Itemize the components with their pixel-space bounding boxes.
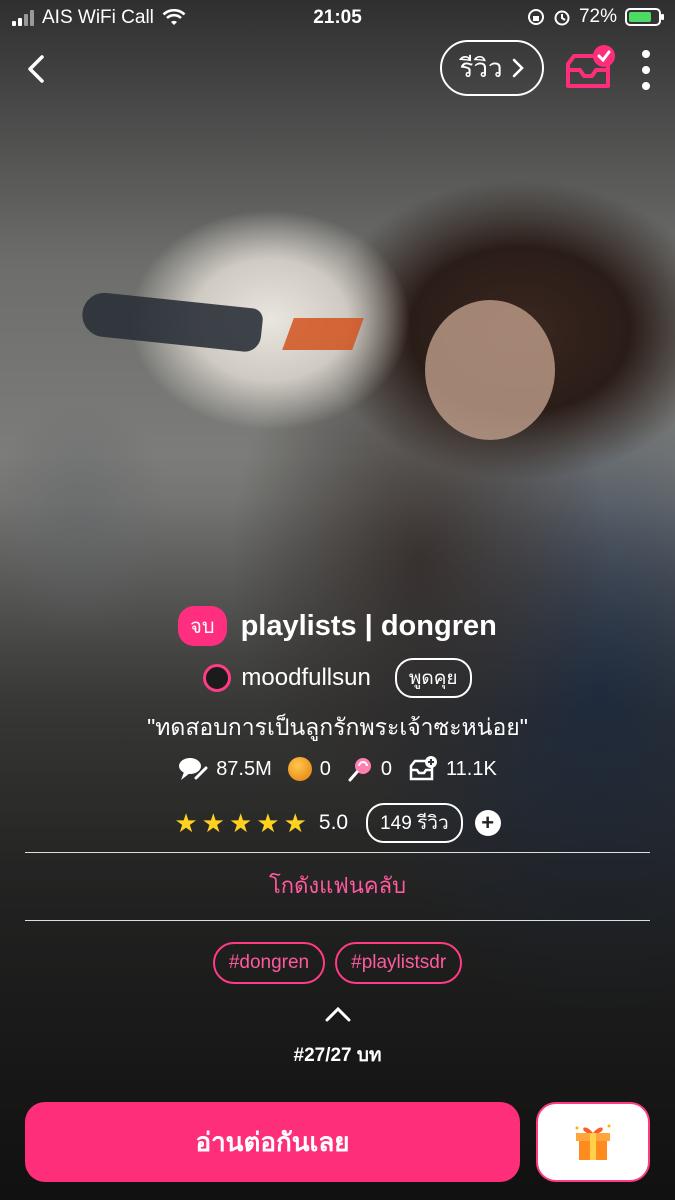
top-nav: รีวิว: [0, 40, 675, 100]
status-bar: AIS WiFi Call 21:05 72%: [0, 0, 675, 36]
back-button[interactable]: [22, 52, 52, 86]
gift-icon: [575, 1124, 611, 1160]
views-icon: [179, 758, 208, 780]
divider: [25, 852, 650, 853]
add-review-icon[interactable]: +: [474, 810, 501, 836]
star-icon: ★: [283, 808, 307, 838]
gift-button[interactable]: [536, 1102, 650, 1182]
rating-score: 5.0: [318, 811, 349, 834]
library-adds-count: 11.1K: [446, 757, 497, 780]
review-button-label: รีวิว: [459, 52, 503, 83]
chevron-right-icon: [512, 58, 524, 78]
fanclub-link[interactable]: โกดังแฟนคลับ: [0, 868, 675, 903]
battery-icon: [625, 8, 664, 26]
candies-count: 0: [380, 757, 393, 780]
alarm-icon: [554, 10, 570, 26]
review-button[interactable]: รีวิว: [440, 40, 544, 96]
star-icon: ★: [174, 808, 198, 838]
candies-stat: 0: [347, 756, 392, 782]
cover-art-face: [425, 300, 555, 440]
views-count: 87.5M: [216, 757, 272, 780]
tag-chip[interactable]: #playlistsdr: [335, 942, 463, 984]
stats-row: 87.5M 0 0 11.1K: [0, 756, 675, 782]
star-icon: ★: [228, 808, 253, 838]
chat-button[interactable]: พูดคุย: [394, 658, 472, 698]
coins-count: 0: [319, 757, 331, 780]
shelf-add-icon: [409, 756, 438, 781]
views-stat: 87.5M: [178, 756, 272, 782]
candy-icon: [348, 758, 371, 782]
add-to-shelf-button[interactable]: [562, 44, 618, 96]
orientation-lock-icon: [527, 9, 544, 25]
tags-row: #dongren #playlistsdr: [0, 942, 675, 984]
more-options-button[interactable]: [636, 50, 656, 90]
novel-tagline: "ทดสอบการเป็นลูกรักพระเจ้าซะหน่อย": [147, 714, 528, 740]
cover-art-helmet-stripe: [282, 318, 364, 350]
author-avatar[interactable]: [203, 664, 232, 692]
author-row: moodfullsun พูดคุย: [0, 658, 675, 698]
coin-icon: [287, 757, 312, 781]
reviews-count-button[interactable]: 149 รีวิว: [366, 803, 463, 843]
library-adds-stat: 11.1K: [408, 756, 497, 782]
cover-art-helmet-visor: [80, 290, 264, 354]
completed-badge: จบ: [178, 606, 227, 646]
coins-stat: 0: [287, 757, 331, 781]
author-name[interactable]: moodfullsun: [241, 664, 370, 692]
continue-reading-button[interactable]: อ่านต่อกันเลย: [25, 1102, 520, 1182]
divider: [25, 920, 650, 921]
chapter-count: #27/27 บท: [293, 1045, 382, 1066]
battery-percent: 72%: [578, 6, 617, 27]
rating-row: ★ ★ ★ ★ ★ 5.0 149 รีวิว +: [0, 803, 675, 843]
novel-title: playlists | dongren: [240, 609, 497, 642]
status-right: 72%: [527, 6, 664, 28]
chevron-up-icon[interactable]: [324, 1004, 352, 1024]
cover-gradient-overlay: [0, 500, 675, 1200]
tag-chip[interactable]: #dongren: [212, 942, 326, 984]
star-icon: ★: [201, 808, 225, 838]
star-icon: ★: [256, 808, 280, 838]
novel-title-row: จบ playlists | dongren: [0, 606, 675, 646]
